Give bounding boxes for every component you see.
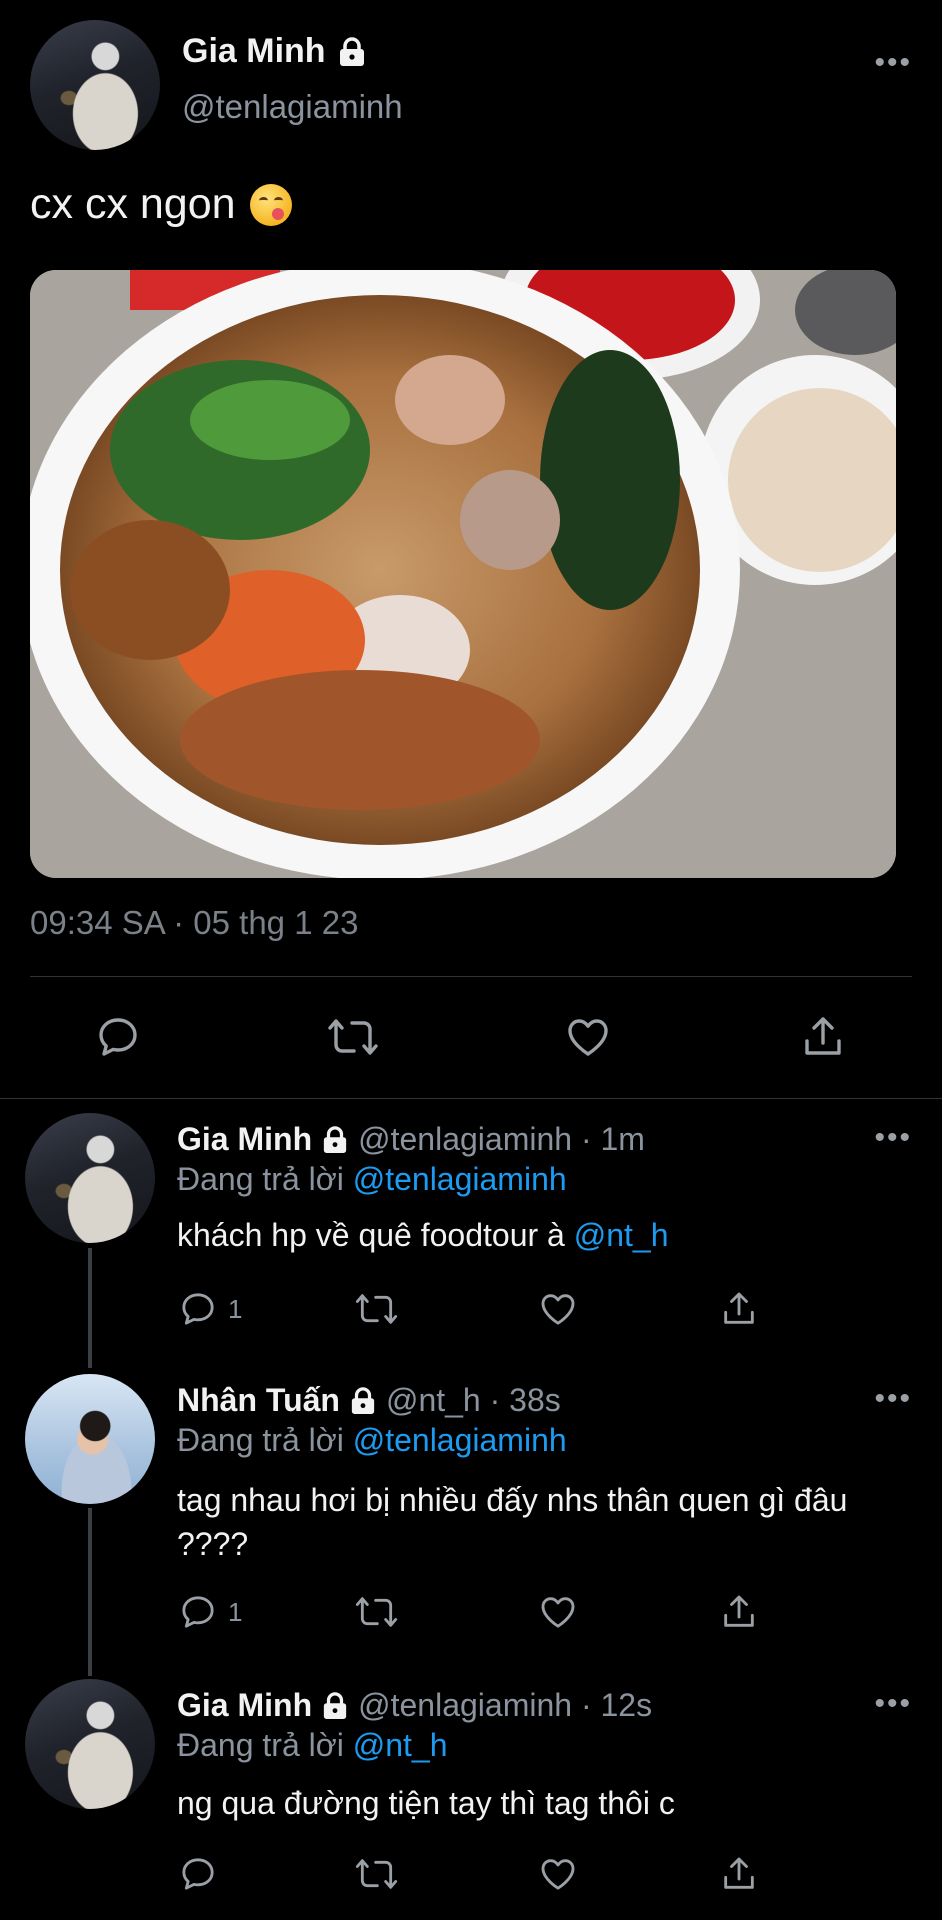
noodle-soup-photo [30,270,896,878]
share-button[interactable] [719,1854,759,1894]
replying-to-prefix: Đang trả lời [177,1422,344,1458]
divider [30,976,912,977]
replying-to-mention[interactable]: @nt_h [353,1727,448,1763]
retweet-icon [355,1859,398,1889]
avatar[interactable] [25,1679,155,1809]
more-options-icon[interactable]: ••• [874,48,912,78]
lock-icon [323,1691,347,1719]
avatar[interactable] [25,1113,155,1243]
author-name-row[interactable]: Gia Minh [182,32,366,71]
divider [0,1098,942,1099]
heart-icon [568,1019,608,1056]
replying-to: Đang trả lời @tenlagiaminh [177,1161,567,1198]
reply-icon [182,1596,214,1628]
author-name[interactable]: Gia Minh [182,32,326,71]
reply-handle-time[interactable]: @nt_h · 38s [386,1382,561,1419]
reply-text: ng qua đường tiện tay thì tag thôi c [177,1781,897,1825]
share-icon [724,1292,754,1324]
heart-icon [541,1859,575,1890]
lock-icon [351,1386,375,1414]
reply-text: tag nhau hơi bị nhiều đấy nhs thân quen … [177,1478,897,1566]
reply-handle-time[interactable]: @tenlagiaminh · 12s [358,1687,652,1724]
reply-text-content: tag nhau hơi bị nhiều đấy nhs thân quen … [177,1482,848,1562]
replying-to: Đang trả lời @tenlagiaminh [177,1422,567,1459]
retweet-button[interactable] [354,1854,399,1894]
reply-author-row[interactable]: Nhân Tuấn @nt_h · 38s [177,1382,561,1419]
replying-to-mention[interactable]: @tenlagiaminh [353,1422,567,1458]
thread-line [88,1508,92,1676]
more-options-icon[interactable]: ••• [874,1123,912,1153]
share-icon [724,1857,754,1889]
replying-to-prefix: Đang trả lời [177,1161,344,1197]
tweet-photo[interactable] [30,270,896,878]
tweet-detail-page: Gia Minh @tenlagiaminh ••• cx cx ngon 09… [0,0,942,1920]
reply-icon [99,1018,137,1056]
reply-author-row[interactable]: Gia Minh @tenlagiaminh · 1m [177,1121,645,1158]
reply-count: 1 [228,1596,243,1627]
like-button[interactable] [538,1592,578,1632]
retweet-button[interactable] [326,1013,380,1061]
lock-icon [323,1125,347,1153]
thread-line [88,1248,92,1368]
replying-to: Đang trả lời @nt_h [177,1727,447,1764]
reply-count: 1 [228,1293,243,1324]
heart-icon [541,1294,575,1325]
reply-author-name[interactable]: Gia Minh [177,1687,312,1724]
retweet-button[interactable] [354,1289,399,1329]
retweet-button[interactable] [354,1592,399,1632]
avatar[interactable] [30,20,160,150]
replying-to-mention[interactable]: @tenlagiaminh [353,1161,567,1197]
reply-author-name[interactable]: Gia Minh [177,1121,312,1158]
like-button[interactable] [538,1854,578,1894]
tweet-timestamp: 09:34 SA · 05 thg 1 23 [30,904,359,941]
reply-button[interactable] [178,1854,228,1894]
like-button[interactable] [538,1289,578,1329]
tweet-text: cx cx ngon [30,180,292,229]
share-button[interactable] [799,1013,847,1061]
yum-face-icon [249,183,292,226]
share-icon [724,1595,754,1627]
more-options-icon[interactable]: ••• [874,1384,912,1414]
lock-icon [339,36,364,66]
reply-author-name[interactable]: Nhân Tuấn [177,1382,340,1419]
reply-icon [182,1293,214,1325]
text-mention-link[interactable]: @nt_h [574,1217,669,1253]
reply-button[interactable]: 1 [178,1592,242,1632]
retweet-icon [355,1294,398,1324]
reply-text-content: ng qua đường tiện tay thì tag thôi c [177,1785,675,1821]
author-handle[interactable]: @tenlagiaminh [182,88,403,126]
replying-to-prefix: Đang trả lời [177,1727,344,1763]
retweet-icon [355,1597,398,1627]
tweet-text-content: cx cx ngon [30,180,236,228]
more-options-icon[interactable]: ••• [874,1689,912,1719]
share-button[interactable] [719,1592,759,1632]
share-button[interactable] [719,1289,759,1329]
reply-button[interactable] [94,1013,142,1061]
main-tweet-header: Gia Minh @tenlagiaminh ••• [30,20,912,150]
reply-author-row[interactable]: Gia Minh @tenlagiaminh · 12s [177,1687,652,1724]
reply-button[interactable]: 1 [178,1289,242,1329]
reply-icon [182,1858,214,1890]
heart-icon [541,1597,575,1628]
reply-text: khách hp về quê foodtour à @nt_h [177,1213,897,1257]
share-icon [805,1017,841,1055]
retweet-icon [328,1019,378,1055]
reply-text-content: khách hp về quê foodtour à [177,1217,565,1253]
avatar[interactable] [25,1374,155,1504]
reply-handle-time[interactable]: @tenlagiaminh · 1m [358,1121,645,1158]
like-button[interactable] [564,1013,612,1061]
